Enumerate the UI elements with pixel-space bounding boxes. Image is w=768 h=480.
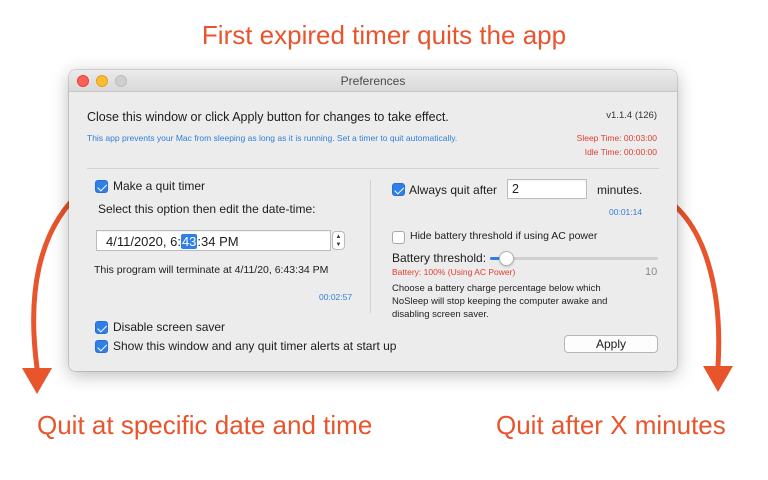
disable-screensaver-checkbox[interactable] [95, 321, 108, 334]
left-arrow-head [22, 368, 52, 394]
minutes-input[interactable]: 2 [507, 179, 587, 199]
caption-left: Quit at specific date and time [37, 410, 373, 440]
window-title: Preferences [340, 74, 406, 88]
quit-timer-label: Make a quit timer [113, 179, 206, 193]
datetime-selected-minutes[interactable]: 43 [180, 234, 198, 249]
sleep-time: Sleep Time: 00:03:00 [576, 133, 657, 143]
hide-battery-checkbox[interactable] [392, 231, 405, 244]
preferences-window: Preferences Close this window or click A… [69, 70, 677, 371]
idle-time: Idle Time: 00:00:00 [584, 147, 657, 157]
instruction-text: Close this window or click Apply button … [87, 110, 449, 124]
divider-vertical [370, 180, 371, 313]
show-window-checkbox[interactable] [95, 340, 108, 353]
minutes-value: 2 [512, 182, 519, 196]
battery-description-line-3: disabling screen saver. [392, 309, 489, 320]
battery-threshold-label: Battery threshold: [392, 251, 487, 265]
stepper-up-icon[interactable]: ▲ [333, 233, 344, 241]
battery-description-line-2: NoSleep will stop keeping the computer a… [392, 296, 608, 307]
quit-timer-checkbox[interactable] [95, 180, 108, 193]
datetime-picker[interactable]: 4/11/2020, 6:43:34 PM [96, 230, 331, 251]
disable-screensaver-label: Disable screen saver [113, 320, 226, 334]
caption-top: First expired timer quits the app [201, 20, 567, 50]
terminate-text: This program will terminate at 4/11/20, … [94, 264, 329, 276]
show-window-label: Show this window and any quit timer aler… [113, 339, 397, 353]
battery-max-label: 10 [645, 266, 658, 278]
minutes-label: minutes. [597, 183, 643, 197]
hide-battery-label: Hide battery threshold if using AC power [410, 230, 598, 242]
battery-slider-knob[interactable] [499, 251, 514, 266]
stepper-down-icon[interactable]: ▼ [333, 241, 344, 249]
right-countdown: 00:01:14 [609, 207, 643, 217]
select-hint: Select this option then edit the date-ti… [98, 202, 316, 216]
left-countdown: 00:02:57 [319, 292, 353, 302]
app-description: This app prevents your Mac from sleeping… [87, 133, 458, 143]
datetime-stepper[interactable]: ▲ ▼ [332, 231, 345, 250]
version-label: v1.1.4 (126) [606, 110, 657, 121]
right-arrow-head [703, 366, 733, 392]
caption-right: Quit after X minutes [496, 410, 726, 440]
datetime-text-before: 4/11/2020, 6: [106, 234, 181, 249]
always-quit-checkbox[interactable] [392, 183, 405, 196]
apply-button[interactable]: Apply [564, 335, 658, 353]
always-quit-label: Always quit after [409, 183, 498, 197]
title-bar: Preferences [69, 70, 677, 92]
battery-status: Battery: 100% (Using AC Power) [392, 267, 516, 277]
divider-horizontal [87, 168, 659, 169]
battery-description-line-1: Choose a battery charge percentage below… [392, 283, 601, 294]
battery-slider-track[interactable] [490, 257, 658, 260]
datetime-text-after: :34 PM [197, 234, 239, 249]
